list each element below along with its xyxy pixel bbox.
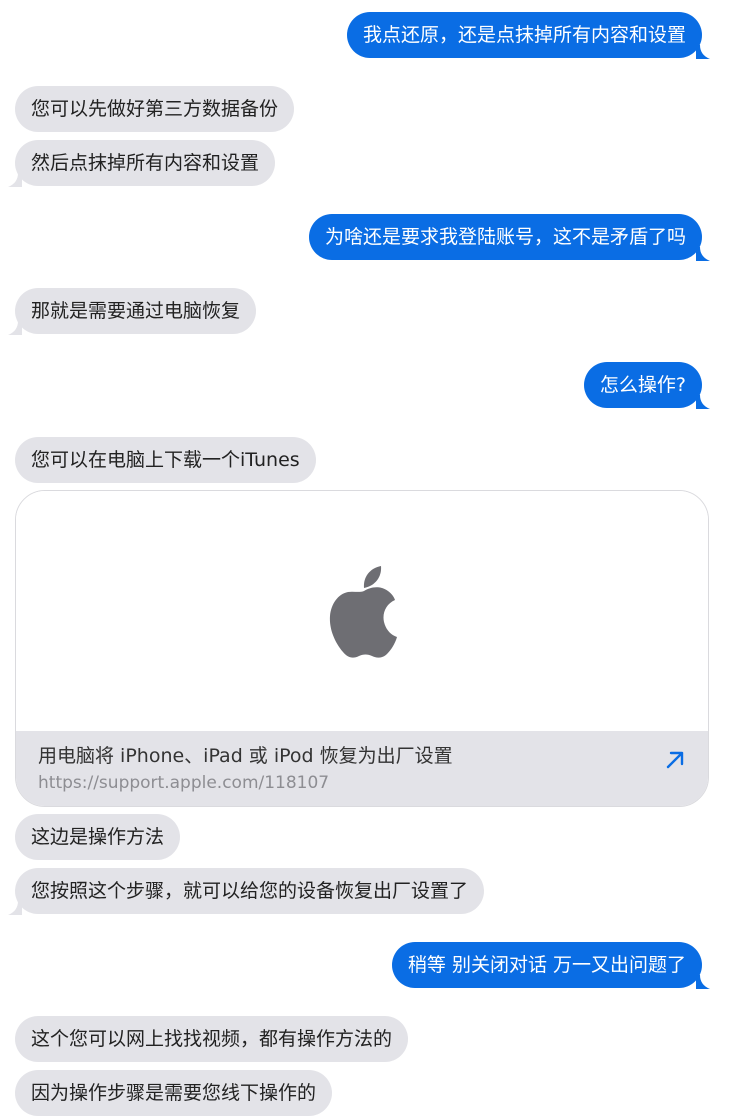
message-bubble-incoming[interactable]: 这个您可以网上找找视频，都有操作方法的 (15, 1016, 409, 1062)
message-bubble-incoming[interactable]: 您按照这个步骤，就可以给您的设备恢复出厂设置了 (15, 868, 485, 914)
link-preview-url: https://support.apple.com/118107 (38, 773, 330, 793)
message-bubble-outgoing[interactable]: 怎么操作? (583, 362, 702, 408)
bubble-tail (696, 975, 710, 989)
bubble-tail (8, 173, 22, 187)
message-bubble-outgoing[interactable]: 我点还原，还是点抹掉所有内容和设置 (346, 12, 702, 58)
message-bubble-incoming[interactable]: 这边是操作方法 (15, 814, 181, 860)
message-bubble-incoming[interactable]: 您可以先做好第三方数据备份 (15, 86, 295, 132)
message-bubble-incoming[interactable]: 您可以在电脑上下载一个iTunes (15, 437, 316, 483)
link-preview-footer[interactable]: 用电脑将 iPhone、iPad 或 iPod 恢复为出厂设置 https://… (16, 731, 708, 806)
message-bubble-incoming[interactable]: 因为操作步骤是需要您线下操作的 (15, 1070, 333, 1116)
message-bubble-incoming[interactable]: 然后点抹掉所有内容和设置 (15, 140, 276, 186)
bubble-tail (8, 901, 22, 915)
bubble-tail (696, 395, 710, 409)
link-preview-title: 用电脑将 iPhone、iPad 或 iPod 恢复为出厂设置 (38, 745, 453, 767)
apple-logo-icon (329, 566, 397, 658)
link-preview-image (16, 491, 708, 731)
message-bubble-outgoing[interactable]: 稍等 别关闭对话 万一又出问题了 (391, 942, 702, 988)
message-bubble-incoming[interactable]: 那就是需要通过电脑恢复 (15, 288, 257, 334)
link-preview-card[interactable]: 用电脑将 iPhone、iPad 或 iPod 恢复为出厂设置 https://… (15, 490, 709, 807)
open-link-arrow-icon[interactable] (664, 749, 686, 771)
message-bubble-outgoing[interactable]: 为啥还是要求我登陆账号，这不是矛盾了吗 (308, 214, 702, 260)
bubble-tail (8, 321, 22, 335)
bubble-tail (696, 45, 710, 59)
bubble-tail (696, 247, 710, 261)
